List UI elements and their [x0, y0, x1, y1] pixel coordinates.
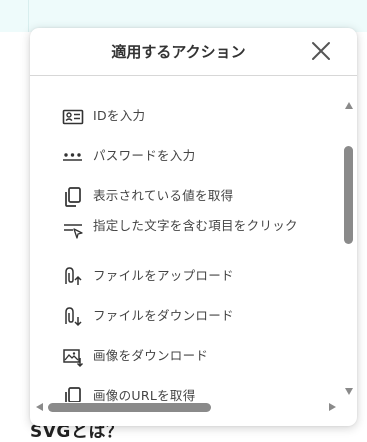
horizontal-scroll-thumb[interactable]	[48, 403, 211, 412]
action-list: IDを入力 パスワードを入力 表示されている値を取得 指定した文字を含む項目をク…	[30, 76, 342, 402]
scroll-right-arrow-icon[interactable]	[329, 403, 336, 411]
scroll-left-arrow-icon[interactable]	[36, 403, 43, 411]
close-icon	[312, 42, 330, 60]
horizontal-scrollbar[interactable]	[30, 400, 342, 415]
close-button[interactable]	[309, 39, 333, 63]
action-item-label: IDを入力	[93, 108, 146, 123]
action-item-input-password[interactable]: パスワードを入力	[62, 146, 332, 168]
action-item-label: 画像をダウンロード	[93, 348, 209, 363]
action-item-input-id[interactable]: IDを入力	[62, 106, 332, 128]
scroll-down-arrow-icon[interactable]	[345, 388, 353, 395]
action-panel: 適用するアクション IDを入力 パスワードを入力 表示されている値を取得 指定し…	[30, 28, 357, 426]
id-card-icon	[62, 106, 84, 128]
vertical-scrollbar[interactable]	[342, 100, 357, 400]
vertical-scroll-thumb[interactable]	[344, 146, 353, 244]
action-item-label: 指定した文字を含む項目をクリック	[93, 218, 298, 233]
attachment-download-icon	[62, 306, 84, 328]
action-item-download-file[interactable]: ファイルをダウンロード	[62, 306, 332, 328]
panel-title: 適用するアクション	[111, 43, 246, 61]
attachment-upload-icon	[62, 266, 84, 288]
password-dots-icon	[62, 146, 84, 168]
action-item-download-image[interactable]: 画像をダウンロード	[62, 346, 332, 368]
text-click-icon	[62, 220, 84, 242]
scroll-up-arrow-icon[interactable]	[345, 102, 353, 109]
action-item-click-text[interactable]: 指定した文字を含む項目をクリック	[62, 216, 332, 242]
image-download-icon	[62, 346, 84, 368]
action-item-label: ファイルをアップロード	[93, 268, 234, 283]
action-item-upload-file[interactable]: ファイルをアップロード	[62, 266, 332, 288]
action-item-get-value[interactable]: 表示されている値を取得	[62, 186, 332, 208]
action-item-label: ファイルをダウンロード	[93, 308, 234, 323]
panel-header: 適用するアクション	[30, 28, 357, 76]
page-top-divider	[28, 0, 29, 32]
action-item-label: パスワードを入力	[93, 148, 196, 163]
action-item-label: 表示されている値を取得	[93, 188, 234, 203]
copy-icon	[62, 186, 84, 208]
